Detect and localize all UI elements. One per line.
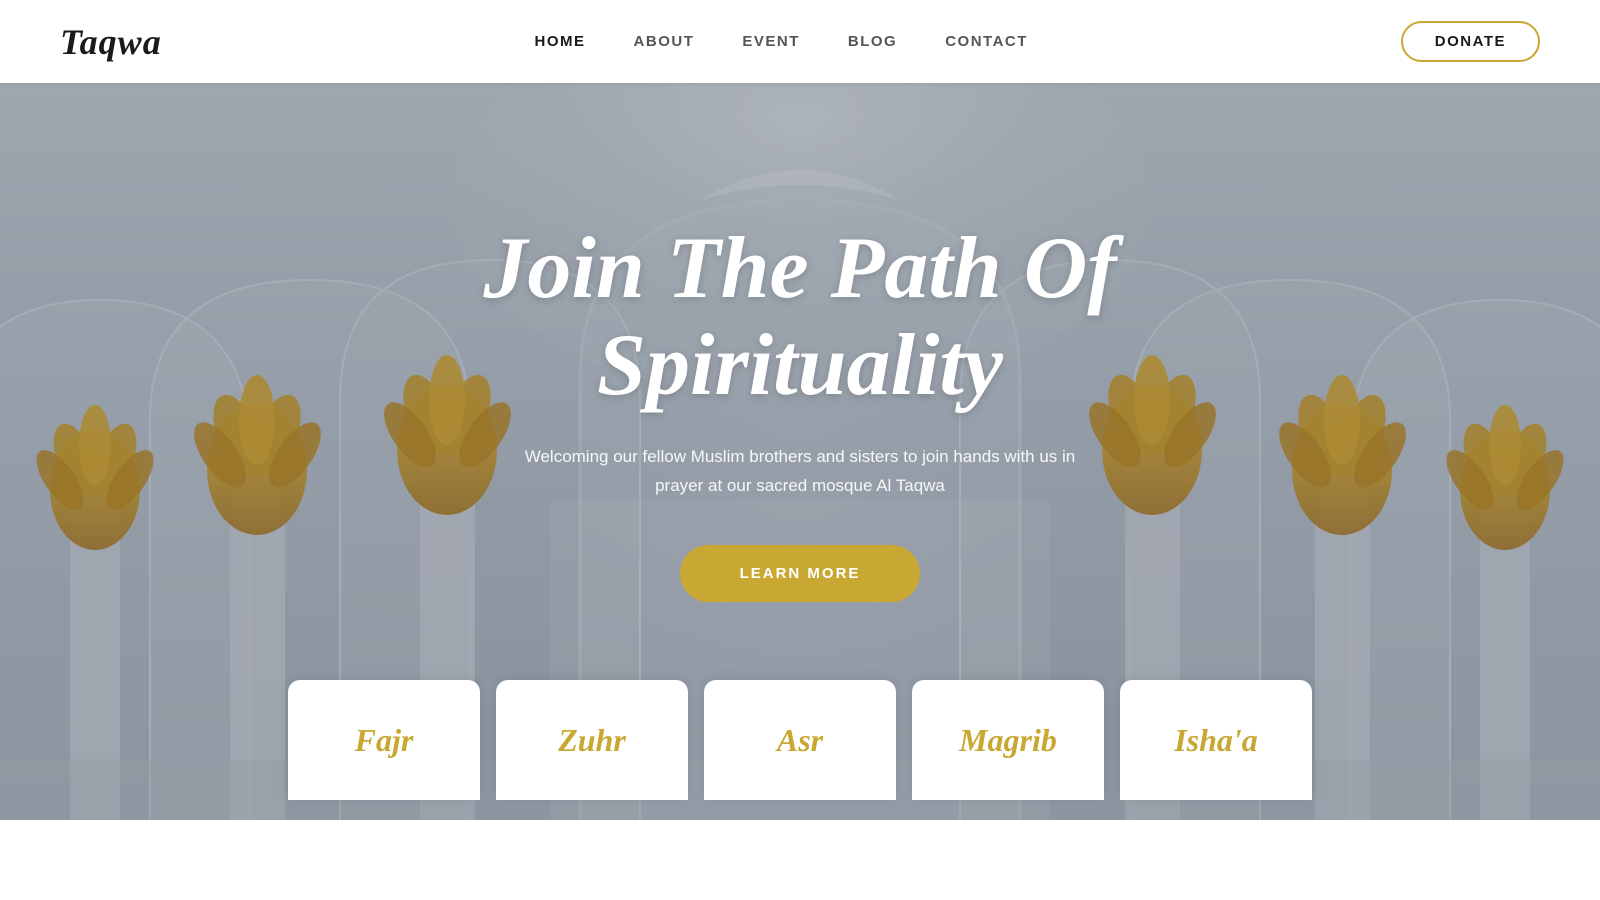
prayer-card-magrib[interactable]: Magrib bbox=[912, 680, 1104, 800]
prayer-card-fajr[interactable]: Fajr bbox=[288, 680, 480, 800]
prayer-fajr-label: Fajr bbox=[355, 722, 414, 759]
prayer-asr-label: Asr bbox=[777, 722, 823, 759]
hero-title-line1: Join The Path Of bbox=[483, 220, 1116, 317]
navbar: Taqwa HOME ABOUT EVENT BLOG CONTACT DONA… bbox=[0, 0, 1600, 83]
prayer-card-asr[interactable]: Asr bbox=[704, 680, 896, 800]
learn-more-button[interactable]: LEARN MORE bbox=[680, 545, 921, 602]
prayer-magrib-label: Magrib bbox=[959, 722, 1057, 759]
hero-section: Join The Path Of Spirituality Welcoming … bbox=[0, 0, 1600, 820]
hero-title-line2: Spirituality bbox=[597, 317, 1003, 414]
prayer-card-isha[interactable]: Isha'a bbox=[1120, 680, 1312, 800]
nav-about[interactable]: ABOUT bbox=[634, 33, 695, 50]
hero-subtitle: Welcoming our fellow Muslim brothers and… bbox=[520, 443, 1080, 501]
nav-blog[interactable]: BLOG bbox=[848, 33, 897, 50]
brand-logo[interactable]: Taqwa bbox=[60, 21, 162, 63]
prayer-isha-label: Isha'a bbox=[1174, 722, 1258, 759]
nav-links: HOME ABOUT EVENT BLOG CONTACT bbox=[535, 33, 1028, 51]
prayer-zuhr-label: Zuhr bbox=[558, 722, 626, 759]
prayer-card-zuhr[interactable]: Zuhr bbox=[496, 680, 688, 800]
nav-event[interactable]: EVENT bbox=[742, 33, 800, 50]
donate-button[interactable]: DONATE bbox=[1401, 21, 1540, 62]
nav-contact[interactable]: CONTACT bbox=[945, 33, 1028, 50]
prayer-cards-container: Fajr Zuhr Asr Magrib Isha'a bbox=[0, 680, 1600, 820]
hero-title: Join The Path Of Spirituality bbox=[483, 221, 1116, 415]
nav-home[interactable]: HOME bbox=[535, 33, 586, 50]
